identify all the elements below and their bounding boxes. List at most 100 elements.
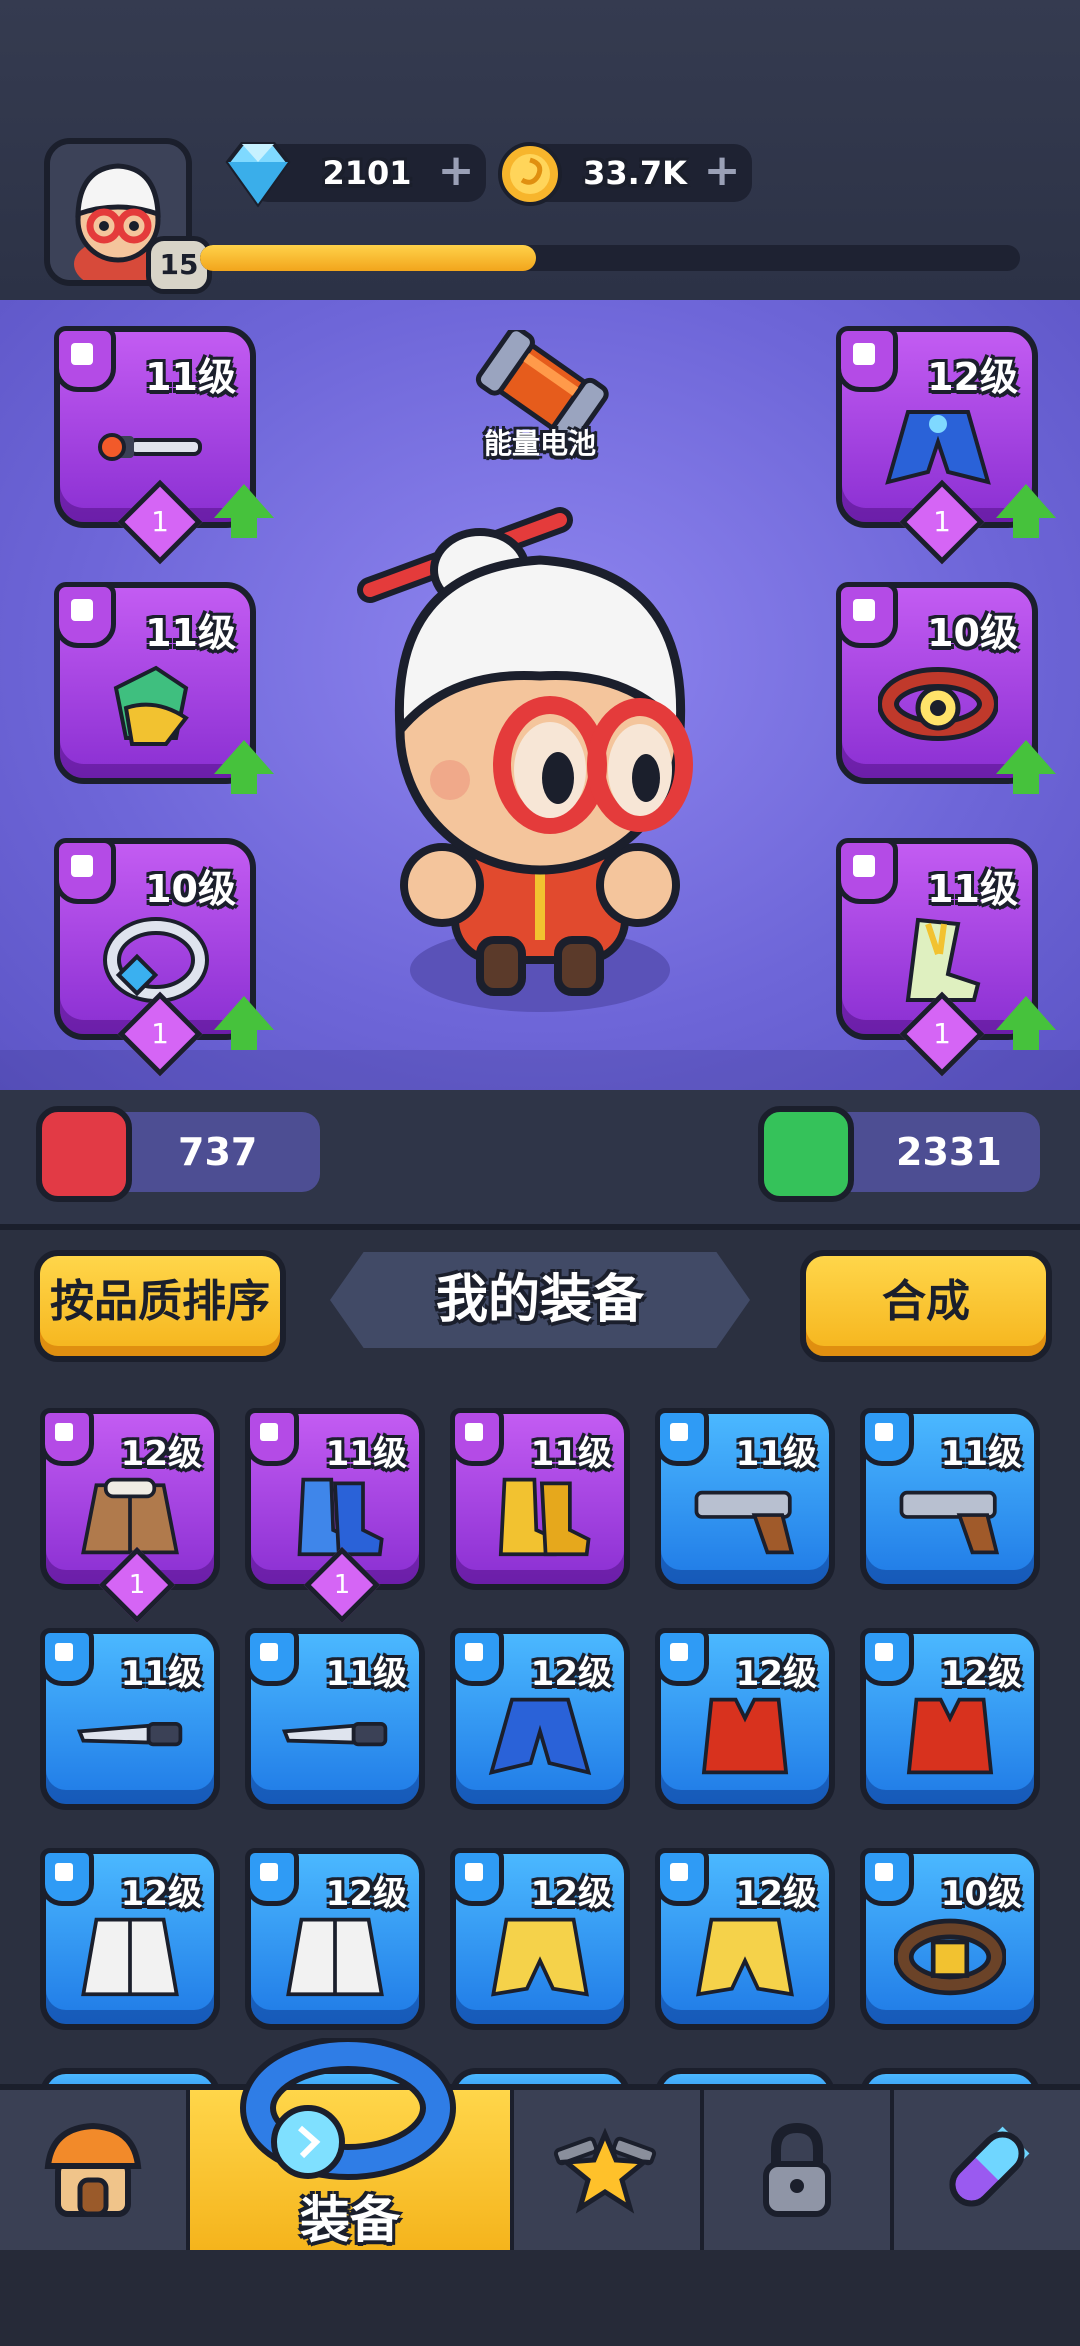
nav-tab-pills[interactable]: [894, 2090, 1080, 2250]
yellow-coat-icon: [689, 1914, 801, 2000]
inventory-item[interactable]: 11级: [40, 1628, 220, 1810]
armor-type-icon: [40, 1848, 94, 1906]
item-count: 1: [128, 1570, 146, 1600]
weapon-type-icon: [860, 1408, 914, 1466]
inventory-item[interactable]: 12级: [40, 1848, 220, 2030]
inventory-item[interactable]: 12级: [450, 1628, 630, 1810]
weapon-item-icon: [96, 402, 216, 492]
inventory-item[interactable]: 11级: [860, 1408, 1040, 1590]
upgrade-arrow-icon[interactable]: [996, 740, 1056, 794]
upgrade-arrow-icon[interactable]: [214, 484, 274, 538]
merge-button[interactable]: 合成: [800, 1250, 1052, 1362]
belt-type-icon: [836, 582, 898, 648]
hero-slot-boots[interactable]: 11级 1: [836, 838, 1056, 1077]
belt-icon: [893, 1914, 1007, 2000]
coin-icon: [498, 142, 562, 206]
gold-boots-icon: [484, 1474, 596, 1560]
upgrade-arrow-icon[interactable]: [996, 484, 1056, 538]
belt-item-icon: [877, 658, 999, 748]
armor-type-icon: [655, 1848, 709, 1906]
inventory-item[interactable]: 12级: [655, 1628, 835, 1810]
inventory-item[interactable]: 11级: [655, 1408, 835, 1590]
yellow-coat-icon: [484, 1914, 596, 2000]
weapon-type-icon: [40, 1628, 94, 1686]
armor-type-icon: [40, 1408, 94, 1466]
slot-level: 10级: [145, 867, 236, 911]
health-stat: 2331: [758, 1106, 1040, 1202]
item-level: 10级: [940, 1874, 1022, 1914]
knife-icon: [74, 1694, 186, 1780]
inventory-item[interactable]: 12级: [245, 1848, 425, 2030]
hero-slot-armor[interactable]: 12级 1: [836, 326, 1056, 565]
armor-type-icon: [860, 1628, 914, 1686]
ring-type-icon: [860, 1848, 914, 1906]
upgrade-arrow-icon[interactable]: [996, 996, 1056, 1050]
inventory-item[interactable]: 12级 1: [40, 1408, 220, 1624]
add-coins-button[interactable]: +: [702, 149, 742, 193]
item-level: 11级: [325, 1654, 407, 1694]
item-level: 12级: [120, 1874, 202, 1914]
inventory-title: 我的装备: [330, 1252, 750, 1348]
slot-level: 11级: [145, 355, 236, 399]
health-value: 2331: [896, 1130, 1002, 1174]
weapon-type-icon: [54, 326, 116, 392]
blue-boots-icon: [279, 1474, 391, 1560]
item-level: 12级: [530, 1654, 612, 1694]
add-gems-button[interactable]: +: [436, 149, 476, 193]
slot-level: 11级: [927, 867, 1018, 911]
nav-tab-locked[interactable]: [704, 2090, 894, 2250]
gem-icon: [225, 142, 291, 208]
armor-type-icon: [450, 1848, 504, 1906]
ring-type-icon: [54, 838, 116, 904]
inventory-item[interactable]: 11级: [450, 1408, 630, 1590]
hero-slot-ring[interactable]: 10级 1: [54, 838, 274, 1077]
item-level: 12级: [325, 1874, 407, 1914]
blue-coat-icon: [484, 1694, 596, 1780]
item-count: 1: [333, 1570, 351, 1600]
inventory-item[interactable]: 12级: [860, 1628, 1040, 1810]
red-vest-icon: [689, 1694, 801, 1780]
hero-character: [357, 507, 693, 1012]
hero-slot-belt[interactable]: 10级: [836, 582, 1056, 794]
hero-slot-weapon[interactable]: 11级 1: [54, 326, 274, 565]
item-level: 12级: [735, 1874, 817, 1914]
slot-level: 10级: [927, 611, 1018, 655]
sort-by-quality-button[interactable]: 按品质排序: [34, 1250, 286, 1362]
inventory-item[interactable]: 12级: [655, 1848, 835, 2030]
inventory-item[interactable]: 12级: [450, 1848, 630, 2030]
nav-tab-shop[interactable]: [0, 2090, 190, 2250]
inventory-item[interactable]: 10级: [860, 1848, 1040, 2030]
item-level: 11级: [120, 1654, 202, 1694]
white-coat-icon: [279, 1914, 391, 2000]
nav-tab-battle[interactable]: [514, 2090, 704, 2250]
capsule-icon: [949, 2126, 1030, 2207]
item-count: 1: [151, 505, 169, 538]
upgrade-arrow-icon[interactable]: [214, 996, 274, 1050]
white-coat-icon: [74, 1914, 186, 2000]
slot-level: 11级: [145, 611, 236, 655]
boots-type-icon: [245, 1408, 299, 1466]
armor-type-icon: [450, 1628, 504, 1686]
item-level: 11级: [940, 1434, 1022, 1474]
coin-count: 33.7K: [583, 154, 687, 192]
weapon-type-icon: [245, 1628, 299, 1686]
armor-type-icon: [655, 1628, 709, 1686]
boots-item-icon: [878, 914, 998, 1004]
upgrade-arrow-icon[interactable]: [214, 740, 274, 794]
item-level: 11级: [530, 1434, 612, 1474]
hero-slot-gloves[interactable]: 11级: [54, 582, 274, 794]
jacket-icon: [74, 1474, 186, 1560]
inventory-item[interactable]: 11级 1: [245, 1408, 425, 1624]
attack-value: 737: [178, 1130, 258, 1174]
item-level: 12级: [530, 1874, 612, 1914]
inventory-item[interactable]: 11级: [245, 1628, 425, 1810]
ring-icon: [240, 2038, 456, 2180]
gloves-type-icon: [54, 582, 116, 648]
attack-stat: 737: [36, 1106, 320, 1202]
red-vest-icon: [894, 1694, 1006, 1780]
item-count: 1: [151, 1017, 169, 1050]
xp-progress-bar: [200, 245, 1020, 271]
weapon-type-icon: [655, 1408, 709, 1466]
crossed-guns-star-icon: [553, 2127, 657, 2214]
armor-type-icon: [245, 1848, 299, 1906]
